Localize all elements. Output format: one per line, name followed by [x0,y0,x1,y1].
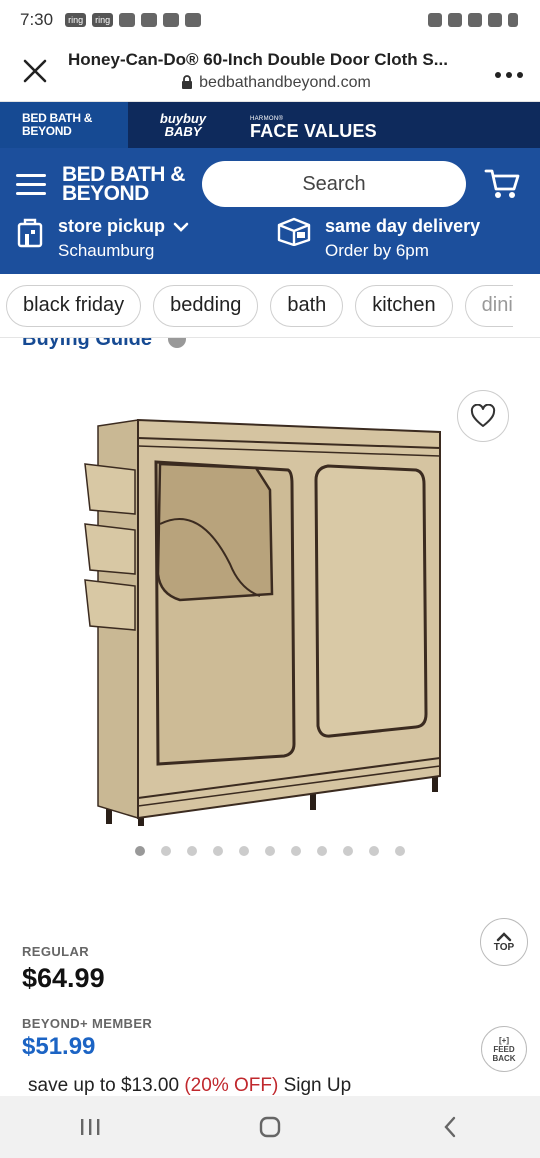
carousel-dots [0,846,540,856]
search-input[interactable]: Search [202,161,466,207]
back-icon [444,1116,456,1138]
more-options-button[interactable] [484,55,524,86]
store-name: Schaumburg [58,241,155,260]
gallery-notification-icon [185,13,202,27]
same-day-delivery-title: same day delivery [325,216,481,236]
chip-bedding[interactable]: bedding [153,284,259,327]
carousel-dot[interactable] [369,846,379,856]
store-pickup-selector[interactable]: store pickup Schaumburg [16,216,263,261]
alarm-icon [448,13,462,27]
feedback-button[interactable]: [+] FEED BACK [481,1026,527,1072]
chip-kitchen[interactable]: kitchen [355,284,453,327]
site-logo[interactable]: BED BATH & BEYOND [62,164,186,205]
lock-status-icon [428,13,442,27]
feedback-line1: FEED [493,1044,515,1054]
clock: 7:30 [20,10,54,29]
chevron-up-icon [496,931,512,941]
system-nav-bar [0,1096,540,1158]
browser-toolbar: Honey-Can-Do® 60-Inch Double Door Cloth … [0,40,540,102]
category-chips: black friday bedding bath kitchen dini [0,274,540,338]
member-savings: save up to $13.00 (20% OFF) Sign Up [28,1075,351,1097]
more-icon [495,72,523,78]
price-block: REGULAR $64.99 BEYOND+ MEMBER $51.99 sav… [22,944,351,1097]
recents-icon [81,1119,100,1135]
carousel-dot[interactable] [187,846,197,856]
recents-button[interactable] [60,1107,120,1147]
delivery-box-icon [277,217,311,246]
status-bar: 7:30 ring ring [0,0,540,40]
brand-facevalues-tab[interactable]: HARMON® FACE VALUES [238,102,377,148]
carousel-dot[interactable] [135,846,145,856]
carousel-dot[interactable] [213,846,223,856]
domain-text: bedbathandbeyond.com [199,73,371,91]
carousel-dot[interactable] [265,846,275,856]
brand-bedbath-tab[interactable]: BED BATH & BEYOND [0,102,128,148]
menu-icon-bar [16,173,46,177]
buying-guide-text: Buying Guide [22,338,152,350]
chip-bath[interactable]: bath [270,284,344,327]
signal-icon [488,13,502,27]
carousel-dot[interactable] [395,846,405,856]
app-notification-icon [141,13,158,27]
chevron-down-icon [173,222,189,232]
feedback-plus: [+] [499,1035,509,1045]
top-label: TOP [493,941,515,953]
carousel-dot[interactable] [291,846,301,856]
weather-notification-icon [163,13,180,27]
menu-icon-bar [16,191,46,195]
same-day-delivery-sub: Order by 6pm [325,241,429,260]
menu-button[interactable] [16,173,46,195]
info-icon [168,338,186,348]
brand-switcher: BED BATH & BEYOND buybuy BABY HARMON® FA… [0,102,540,148]
store-pickup-title: store pickup [58,216,166,236]
wifi-icon [468,13,482,27]
tiktok-notification-icon [119,13,136,27]
home-button[interactable] [240,1107,300,1147]
feedback-line2: BACK [492,1053,516,1063]
product-image [84,418,441,826]
carousel-dot[interactable] [161,846,171,856]
carousel-dot[interactable] [317,846,327,856]
url-domain: bedbathandbeyond.com [68,74,484,92]
close-tab-button[interactable] [18,54,52,88]
brand-bedbath-line2: BEYOND [22,124,72,138]
product-gallery[interactable] [0,352,540,880]
site-header: BED BATH & BEYOND Search store pickup Sc… [0,148,540,274]
ring-notification-icon: ring [92,13,114,27]
member-price: $51.99 [22,1033,96,1060]
savings-percent: (20% OFF) [184,1075,279,1096]
chip-black-friday[interactable]: black friday [6,284,142,327]
store-icon [17,218,43,248]
carousel-dot[interactable] [343,846,353,856]
back-to-top-button[interactable]: TOP [480,918,528,966]
brand-buybuy-line2: BABY [164,124,202,139]
chip-dining[interactable]: dini [464,284,513,327]
sign-up-link[interactable]: Sign Up [284,1075,352,1096]
lock-icon [182,75,193,89]
battery-icon [508,13,518,27]
regular-price-label: REGULAR [22,944,90,959]
menu-icon-bar [16,182,46,186]
member-price-label: BEYOND+ MEMBER [22,1016,153,1031]
carousel-dot[interactable] [239,846,249,856]
cart-icon [484,169,520,198]
cart-button[interactable] [480,167,524,201]
back-button[interactable] [420,1107,480,1147]
close-icon [23,59,47,82]
search-placeholder: Search [302,172,366,195]
buying-guide-link[interactable]: Buying Guide [0,338,540,352]
savings-amount: save up to $13.00 [28,1075,180,1096]
heart-icon [470,404,496,427]
brand-facevalues-label: FACE VALUES [250,121,377,141]
same-day-delivery[interactable]: same day delivery Order by 6pm [263,216,524,261]
page-title: Honey-Can-Do® 60-Inch Double Door Cloth … [68,49,448,69]
ring-notification-icon: ring [65,13,87,27]
logo-line2: BEYOND [62,182,149,205]
home-icon [259,1116,281,1138]
brand-buybuybaby-tab[interactable]: buybuy BABY [128,102,238,148]
favorite-button[interactable] [457,390,509,442]
regular-price: $64.99 [22,963,105,993]
